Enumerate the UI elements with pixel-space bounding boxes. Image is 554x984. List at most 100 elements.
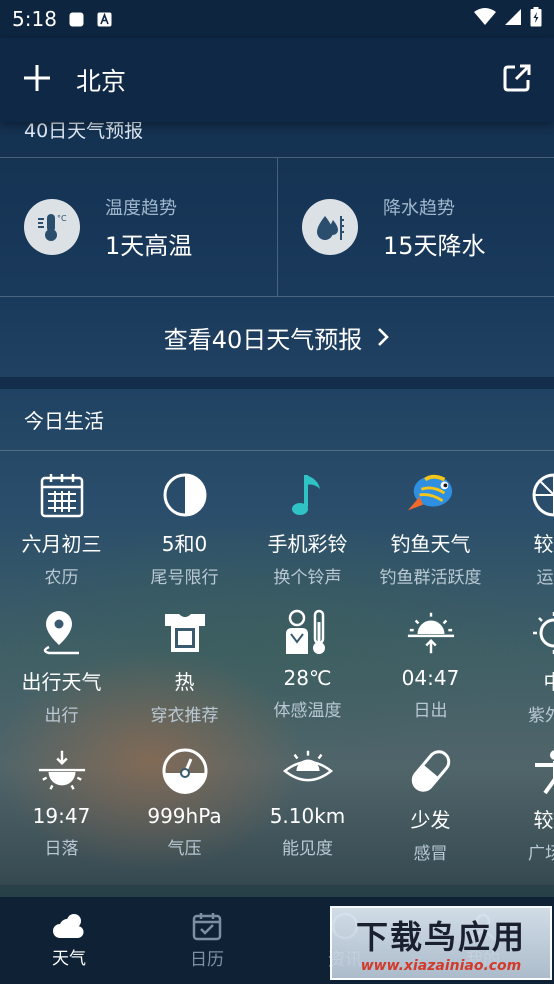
life-item-label: 换个铃声 [273, 568, 342, 588]
life-item-traffic-restriction[interactable]: 5和0 尾号限行 [123, 470, 246, 588]
tab-label: 日历 [190, 950, 224, 970]
life-item-value: 19:47 [32, 804, 91, 828]
life-item-square-dance[interactable]: 较适 广场舞 [492, 746, 554, 864]
life-item-value: 钓鱼天气 [390, 532, 471, 556]
plus-icon [24, 65, 50, 91]
status-bar: 5:18 [0, 0, 554, 38]
life-item-clothing[interactable]: 热 穿衣推荐 [123, 608, 246, 726]
life-item-label: 日落 [44, 839, 79, 859]
life-item-value: 热 [174, 670, 195, 694]
watermark-logo: 下载鸟应用 www.xiazainiao.com [330, 906, 552, 980]
life-item-label: 出行 [44, 706, 79, 726]
life-item-lunar[interactable]: 六月初三 农历 [0, 470, 123, 588]
life-item-sunrise[interactable]: 04:47 日出 [369, 608, 492, 721]
watermark-title: 下载鸟应用 [355, 918, 526, 956]
life-item-label: 运动 [536, 568, 554, 588]
life-item-label: 尾号限行 [150, 568, 219, 588]
life-item-value: 中 [543, 670, 554, 694]
calendar-check-icon [192, 913, 222, 941]
top-app-bar: 北京 [0, 38, 554, 122]
ball-icon [529, 470, 554, 520]
tab-label: 天气 [52, 949, 86, 969]
life-section-title: 今日生活 [0, 389, 554, 451]
life-item-pressure[interactable]: 999hPa 气压 [123, 746, 246, 859]
svg-text:°C: °C [57, 214, 67, 223]
a-badge-icon [97, 11, 113, 27]
sunrise-icon [406, 608, 456, 658]
watermark-url: www.xiazainiao.com [360, 958, 522, 974]
life-index-grid: 六月初三 农历 5和0 尾号限行 手机彩铃 换个铃声 钓鱼天气 钓鱼群活跃度 较… [0, 470, 554, 884]
thermometer-icon: °C [24, 199, 80, 255]
share-icon [503, 64, 531, 92]
battery-icon [530, 7, 542, 31]
life-item-label: 钓鱼群活跃度 [379, 568, 482, 588]
life-item-value: 六月初三 [21, 532, 102, 556]
life-item-value: 999hPa [147, 804, 222, 828]
life-row: 出行天气 出行 热 穿衣推荐 28℃ 体感温度 04:47 日出 中 紫外 [0, 608, 554, 746]
life-item-label: 能见度 [282, 839, 333, 859]
shirt-icon [160, 608, 210, 658]
section-divider [0, 885, 554, 897]
trend-label: 降水趋势 [383, 197, 455, 219]
life-item-label: 穿衣推荐 [150, 706, 219, 726]
life-row: 19:47 日落 999hPa 气压 5.10km 能见度 少发 感冒 较 广场 [0, 746, 554, 884]
tab-weather[interactable]: 天气 [0, 897, 138, 984]
pressure-gauge-icon [160, 746, 210, 796]
dance-icon [529, 746, 554, 796]
life-item-value: 较适 [533, 808, 554, 832]
tab-calendar[interactable]: 日历 [138, 897, 276, 984]
eye-icon [282, 746, 333, 796]
share-button[interactable] [502, 63, 532, 97]
notification-square-icon [69, 11, 85, 27]
life-item-label: 感冒 [413, 844, 448, 864]
calendar-icon [37, 470, 87, 520]
cloud-icon [53, 914, 84, 938]
pill-icon [406, 746, 456, 796]
life-item-cold[interactable]: 少发 感冒 [369, 746, 492, 864]
sunset-icon [37, 746, 87, 796]
precipitation-trend-card[interactable]: 降水趋势 15天降水 [277, 158, 554, 296]
signal-icon [504, 8, 522, 30]
fish-icon [406, 470, 456, 520]
trend-value: 1天高温 [105, 231, 193, 260]
half-circle-icon [160, 470, 210, 520]
section-divider [0, 377, 554, 389]
life-item-visibility[interactable]: 5.10km 能见度 [246, 746, 369, 859]
life-item-value: 较适 [533, 532, 554, 556]
status-time: 5:18 [12, 7, 57, 31]
trend-label: 温度趋势 [105, 197, 177, 219]
life-item-label: 日出 [413, 701, 448, 721]
location-pin-icon [37, 608, 87, 658]
raindrop-icon [302, 199, 358, 255]
music-note-icon [283, 470, 333, 520]
view-40day-forecast-button[interactable]: 查看40日天气预报 [0, 297, 554, 377]
life-item-value: 28℃ [283, 666, 332, 690]
life-item-feels-like[interactable]: 28℃ 体感温度 [246, 608, 369, 721]
chevron-right-icon [376, 326, 390, 348]
life-item-label: 气压 [167, 839, 202, 859]
add-city-button[interactable] [22, 63, 52, 97]
trend-value: 15天降水 [383, 231, 486, 260]
uv-sun-icon [529, 608, 554, 658]
life-item-value: 5.10km [269, 804, 346, 828]
city-name[interactable]: 北京 [76, 62, 126, 98]
life-item-sunset[interactable]: 19:47 日落 [0, 746, 123, 859]
life-item-label: 体感温度 [273, 701, 342, 721]
life-item-uv[interactable]: 中 紫外线 [492, 608, 554, 726]
life-item-fishing[interactable]: 钓鱼天气 钓鱼群活跃度 [369, 470, 492, 588]
life-item-value: 手机彩铃 [267, 532, 348, 556]
life-item-sport[interactable]: 较适 运动 [492, 470, 554, 588]
wifi-icon [474, 8, 496, 30]
life-item-label: 农历 [44, 568, 79, 588]
life-item-value: 04:47 [401, 666, 460, 690]
life-item-value: 5和0 [161, 532, 208, 556]
life-item-travel[interactable]: 出行天气 出行 [0, 608, 123, 726]
life-item-label: 广场舞 [528, 844, 554, 864]
life-row: 六月初三 农历 5和0 尾号限行 手机彩铃 换个铃声 钓鱼天气 钓鱼群活跃度 较… [0, 470, 554, 608]
trend-row: °C 温度趋势 1天高温 降水趋势 15天降水 [0, 157, 554, 297]
life-item-value: 出行天气 [21, 670, 102, 694]
body-temp-icon [283, 608, 333, 658]
temperature-trend-card[interactable]: °C 温度趋势 1天高温 [0, 158, 277, 296]
life-item-value: 少发 [410, 808, 451, 832]
life-item-ringtone[interactable]: 手机彩铃 换个铃声 [246, 470, 369, 588]
